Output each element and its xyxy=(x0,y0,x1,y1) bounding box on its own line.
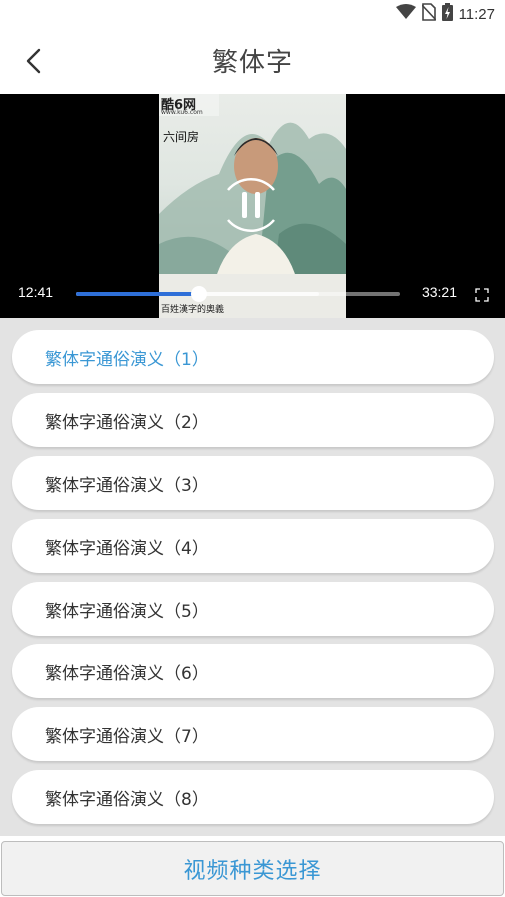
episode-label: 繁体字通俗演义（8） xyxy=(45,789,209,810)
seek-thumb[interactable] xyxy=(191,286,208,302)
episode-item-5[interactable]: 繁体字通俗演义（5） xyxy=(12,582,494,636)
pause-button[interactable] xyxy=(220,172,282,238)
episode-label: 繁体字通俗演义（2） xyxy=(45,412,209,433)
player-controls: 12:41 33:21 xyxy=(0,284,505,304)
video-player[interactable]: 酷6网 www.ku6.com 六间房 百姓漢字的奧義 12:41 33:21 xyxy=(0,94,505,318)
no-sim-icon xyxy=(420,3,437,25)
video-category-button[interactable]: 视频种类选择 xyxy=(1,841,504,896)
fullscreen-button[interactable] xyxy=(475,287,489,302)
wifi-icon xyxy=(395,4,416,24)
header: 繁体字 xyxy=(0,28,505,94)
episode-item-4[interactable]: 繁体字通俗演义（4） xyxy=(12,519,494,573)
episode-label: 繁体字通俗演义（5） xyxy=(45,601,209,622)
video-category-label: 视频种类选择 xyxy=(183,858,322,884)
episode-item-7[interactable]: 繁体字通俗演义（7） xyxy=(12,707,494,761)
pause-icon xyxy=(227,178,275,232)
episode-label: 繁体字通俗演义（4） xyxy=(45,538,209,559)
page-title: 繁体字 xyxy=(211,48,293,78)
episode-list: 繁体字通俗演义（1） 繁体字通俗演义（2） 繁体字通俗演义（3） 繁体字通俗演义… xyxy=(0,318,505,836)
episode-label: 繁体字通俗演义（3） xyxy=(45,475,209,496)
episode-label: 繁体字通俗演义（7） xyxy=(45,726,209,747)
episode-item-8[interactable]: 繁体字通俗演义（8） xyxy=(12,770,494,824)
seek-progress xyxy=(76,292,200,296)
seek-bar[interactable] xyxy=(76,286,400,302)
fullscreen-icon xyxy=(475,288,489,302)
episode-label: 繁体字通俗演义（6） xyxy=(45,663,209,684)
current-time: 12:41 xyxy=(18,284,54,300)
battery-charging-icon xyxy=(441,3,453,25)
episode-item-6[interactable]: 繁体字通俗演义（6） xyxy=(12,644,494,698)
episode-item-2[interactable]: 繁体字通俗演义（2） xyxy=(12,393,494,447)
total-time: 33:21 xyxy=(421,284,457,300)
status-time: 11:27 xyxy=(458,5,495,23)
watermark-url: www.ku6.com xyxy=(161,109,203,116)
status-bar: 11:27 xyxy=(0,0,505,28)
status-icons: 11:27 xyxy=(395,3,495,25)
caption-top: 六间房 xyxy=(163,130,200,144)
episode-item-1[interactable]: 繁体字通俗演义（1） xyxy=(12,330,494,384)
episode-item-3[interactable]: 繁体字通俗演义（3） xyxy=(12,456,494,510)
episode-label: 繁体字通俗演义（1） xyxy=(45,349,209,370)
